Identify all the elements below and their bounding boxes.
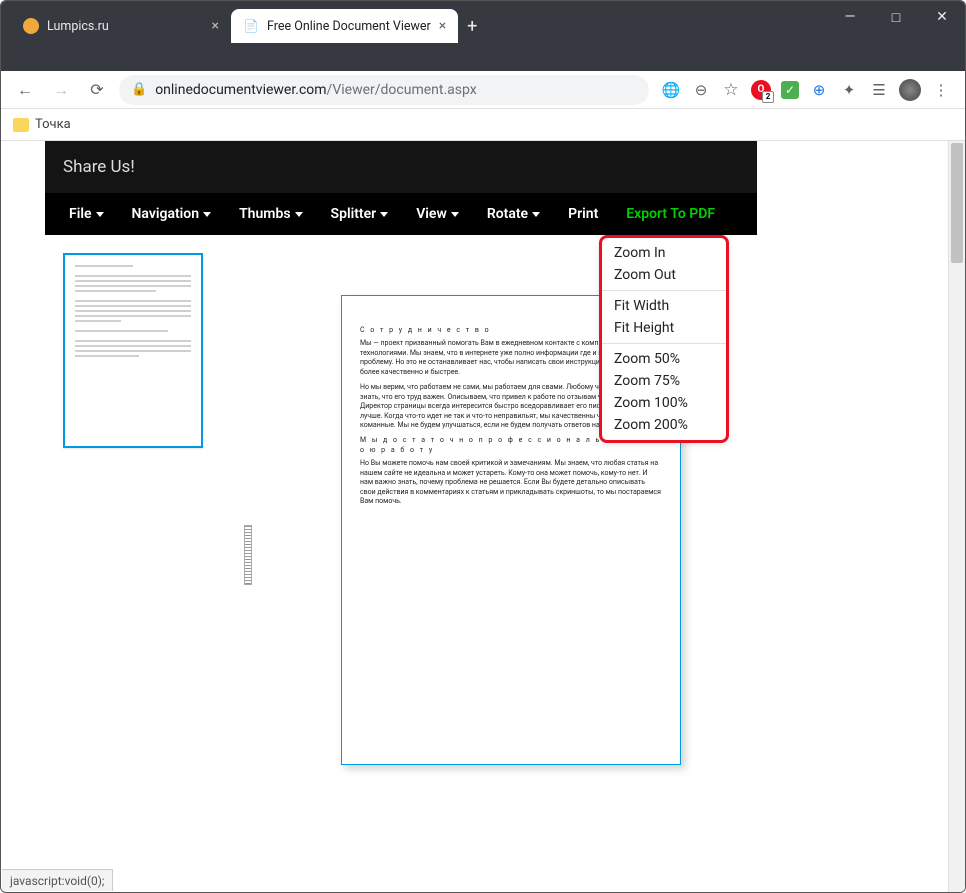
- lock-icon: 🔒: [131, 82, 147, 97]
- status-bar: javascript:void(0);: [2, 869, 113, 891]
- status-text: javascript:void(0);: [10, 874, 104, 888]
- view-dropdown: Zoom In Zoom Out Fit Width Fit Height Zo…: [599, 235, 729, 443]
- opera-ext-icon[interactable]: O: [751, 80, 771, 100]
- separator: [602, 343, 726, 344]
- menu-splitter[interactable]: Splitter: [317, 193, 403, 235]
- separator: [602, 290, 726, 291]
- menu-print[interactable]: Print: [554, 193, 612, 235]
- zoom-icon[interactable]: ⊖: [691, 80, 711, 100]
- menu-file[interactable]: File: [55, 193, 118, 235]
- menu-thumbs[interactable]: Thumbs: [225, 193, 316, 235]
- menu-export-pdf[interactable]: Export To PDF: [612, 193, 729, 235]
- browser-toolbar: ← → ⟳ 🔒 onlinedocumentviewer.com/Viewer/…: [1, 71, 965, 109]
- dropdown-zoom-200[interactable]: Zoom 200%: [602, 414, 726, 436]
- menu-icon[interactable]: ⋮: [931, 80, 951, 100]
- share-label: Share Us!: [63, 157, 135, 177]
- close-icon[interactable]: ×: [212, 18, 219, 34]
- tab-document-viewer[interactable]: 📄 Free Online Document Viewer ×: [231, 9, 458, 43]
- chevron-down-icon: [295, 212, 303, 217]
- dropdown-zoom-50[interactable]: Zoom 50%: [602, 348, 726, 370]
- reload-button[interactable]: ⟳: [83, 76, 111, 104]
- reading-list-icon[interactable]: ☰: [869, 80, 889, 100]
- dropdown-zoom-75[interactable]: Zoom 75%: [602, 370, 726, 392]
- favicon-icon: [23, 18, 39, 34]
- forward-button[interactable]: →: [47, 76, 75, 104]
- share-bar: Share Us!: [45, 141, 757, 193]
- translate-icon[interactable]: 🌐: [661, 80, 681, 100]
- check-ext-icon[interactable]: ✓: [781, 81, 799, 99]
- chevron-down-icon: [451, 212, 459, 217]
- app-menubar: File Navigation Thumbs Splitter View Rot…: [45, 193, 757, 235]
- profile-avatar[interactable]: [899, 79, 921, 101]
- maximize-button[interactable]: □: [873, 1, 919, 33]
- content-area: Share Us! File Navigation Thumbs Splitte…: [1, 141, 965, 892]
- doc-paragraph: Но Вы можете помочь нам своей критикой и…: [360, 459, 662, 506]
- address-bar[interactable]: 🔒 onlinedocumentviewer.com/Viewer/docume…: [119, 75, 649, 105]
- extensions-icon[interactable]: ✦: [839, 80, 859, 100]
- chevron-down-icon: [203, 212, 211, 217]
- bookmark-star-icon[interactable]: ☆: [721, 80, 741, 100]
- titlebar: Lumpics.ru × 📄 Free Online Document View…: [1, 1, 965, 71]
- bookmark-item[interactable]: Точка: [13, 117, 71, 132]
- minimize-button[interactable]: —: [827, 1, 873, 33]
- thumbnails-pane: [45, 235, 245, 875]
- folder-icon: [13, 118, 29, 132]
- viewport: Share Us! File Navigation Thumbs Splitte…: [1, 141, 948, 892]
- favicon-icon: 📄: [243, 18, 259, 34]
- back-button[interactable]: ←: [11, 76, 39, 104]
- tab-title: Free Online Document Viewer: [267, 19, 431, 34]
- document-area: С о т р у д н и ч е с т в о Мы — проект …: [45, 235, 757, 875]
- menu-navigation[interactable]: Navigation: [118, 193, 226, 235]
- menu-view[interactable]: View: [402, 193, 473, 235]
- menu-rotate[interactable]: Rotate: [473, 193, 554, 235]
- scrollbar-thumb[interactable]: [951, 143, 963, 263]
- chevron-down-icon: [96, 212, 104, 217]
- dropdown-zoom-out[interactable]: Zoom Out: [602, 264, 726, 286]
- page-thumbnail[interactable]: [63, 253, 203, 448]
- chevron-down-icon: [532, 212, 540, 217]
- tab-lumpics[interactable]: Lumpics.ru ×: [11, 9, 231, 43]
- url-text: onlinedocumentviewer.com/Viewer/document…: [155, 82, 477, 98]
- browser-window: Lumpics.ru × 📄 Free Online Document View…: [0, 0, 966, 893]
- dropdown-zoom-in[interactable]: Zoom In: [602, 242, 726, 264]
- dropdown-fit-height[interactable]: Fit Height: [602, 317, 726, 339]
- main-pane: С о т р у д н и ч е с т в о Мы — проект …: [251, 235, 757, 875]
- close-button[interactable]: ✕: [919, 1, 965, 33]
- dropdown-zoom-100[interactable]: Zoom 100%: [602, 392, 726, 414]
- close-icon[interactable]: ×: [439, 18, 446, 34]
- document-viewer-app: Share Us! File Navigation Thumbs Splitte…: [45, 141, 757, 875]
- tab-title: Lumpics.ru: [47, 19, 109, 34]
- bookmarks-bar: Точка: [1, 109, 965, 141]
- chevron-down-icon: [380, 212, 388, 217]
- scrollbar[interactable]: [948, 141, 965, 892]
- new-tab-button[interactable]: +: [458, 12, 486, 40]
- bookmark-label: Точка: [35, 117, 71, 132]
- dropdown-fit-width[interactable]: Fit Width: [602, 295, 726, 317]
- extensions: 🌐 ⊖ ☆ O ✓ ⊕ ✦ ☰ ⋮: [657, 79, 955, 101]
- globe-ext-icon[interactable]: ⊕: [809, 80, 829, 100]
